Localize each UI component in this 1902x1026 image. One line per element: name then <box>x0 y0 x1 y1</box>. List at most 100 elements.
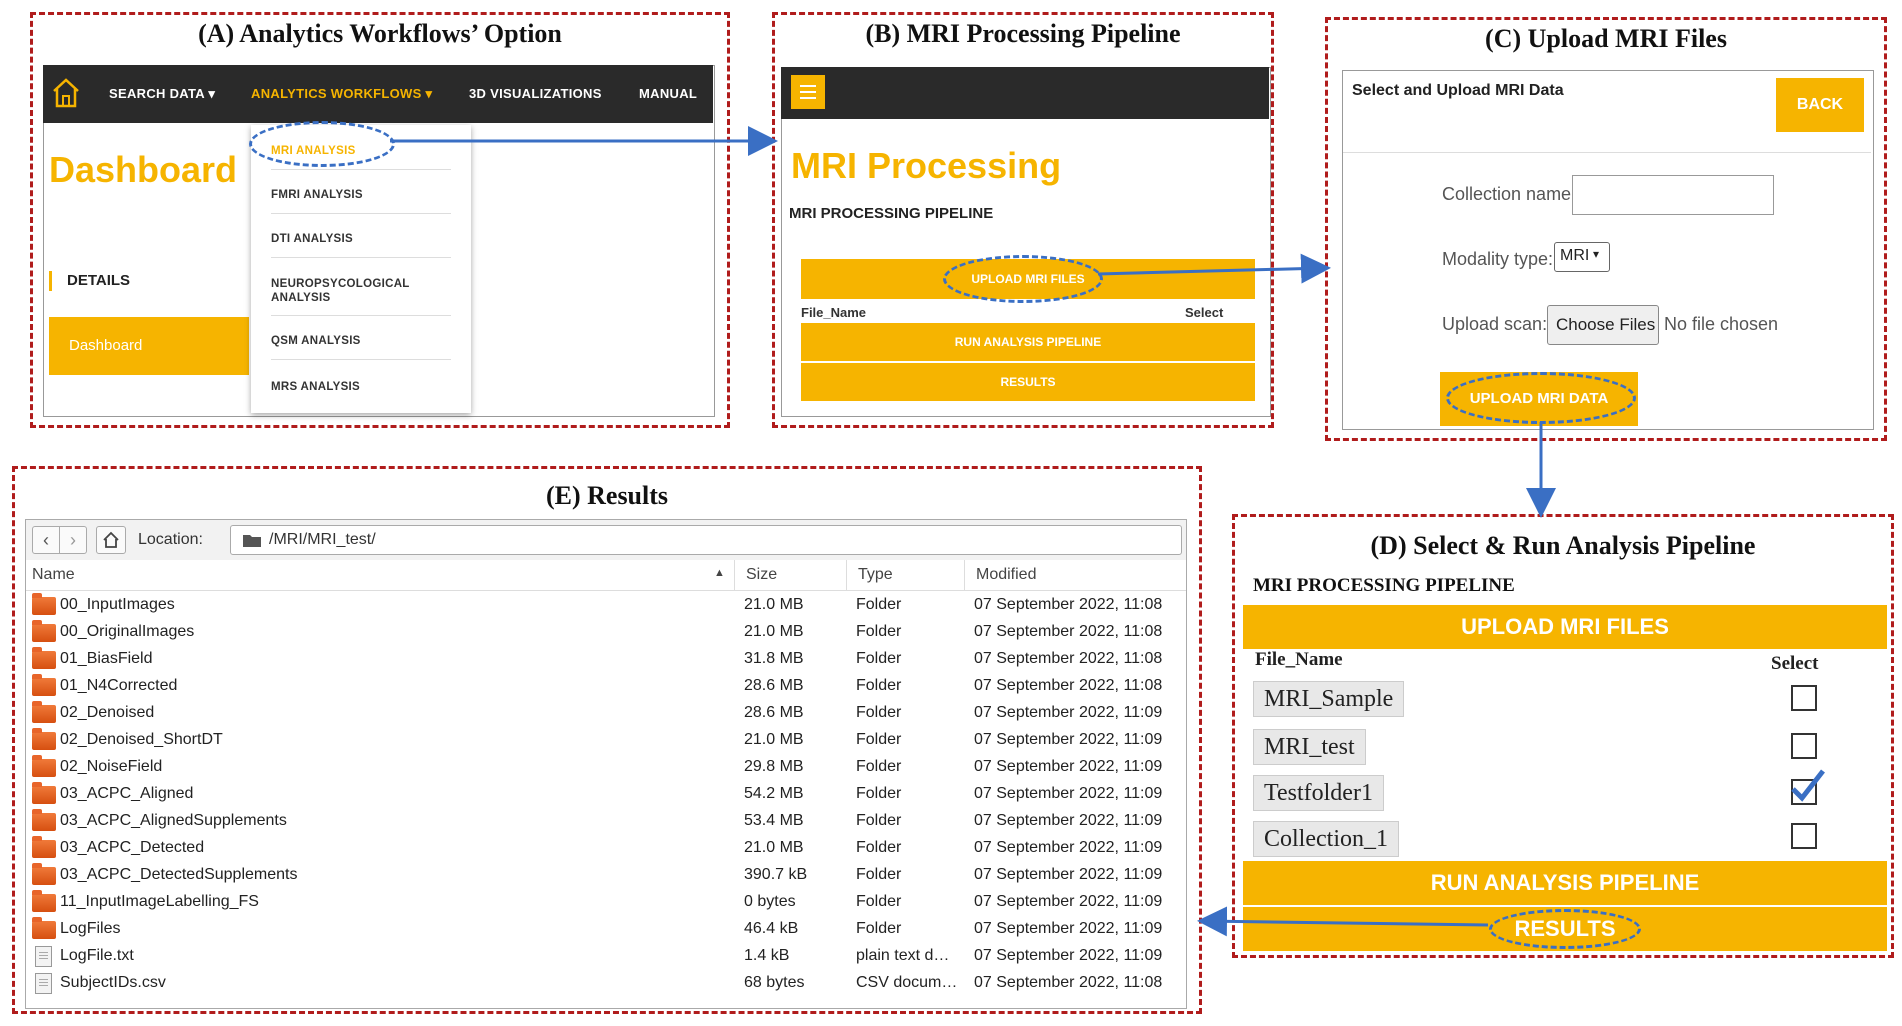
folder-icon <box>32 674 56 696</box>
upload-mri-files-label: UPLOAD MRI FILES <box>1461 614 1669 639</box>
table-row[interactable]: LogFile.txt 1.4 kB plain text d… 07 Septemb… <box>26 943 1186 970</box>
file-chip-testfolder1: Testfolder1 <box>1253 775 1384 811</box>
file-chip-mri-test: MRI_test <box>1253 729 1366 765</box>
table-row[interactable]: 03_ACPC_AlignedSupplements 53.4 MB Folder 0… <box>26 808 1186 835</box>
home-button[interactable] <box>96 526 126 554</box>
menu-divider <box>271 315 451 316</box>
file-name-cell: SubjectIDs.csv <box>60 974 166 991</box>
table-row[interactable]: 01_BiasField 31.8 MB Folder 07 September 20… <box>26 646 1186 673</box>
table-row[interactable]: SubjectIDs.csv 68 bytes CSV docum… 07 Septe… <box>26 970 1186 997</box>
collection-name-input[interactable] <box>1572 175 1774 215</box>
table-row[interactable]: 03_ACPC_Aligned 54.2 MB Folder 07 September… <box>26 781 1186 808</box>
file-modified-cell: 07 September 2022, 11:08 <box>974 677 1163 694</box>
file-name-cell: 03_ACPC_Detected <box>60 839 205 856</box>
chevron-down-icon: ▾ <box>1593 247 1600 261</box>
table-row[interactable]: 11_InputImageLabelling_FS 0 bytes Folder 07… <box>26 889 1186 916</box>
file-name-cell: 02_Denoised_ShortDT <box>60 731 223 748</box>
file-name-cell: 11_InputImageLabelling_FS <box>60 893 259 910</box>
chevron-down-icon: ▾ <box>425 86 433 101</box>
menu-item-dti-analysis[interactable]: DTI ANALYSIS <box>271 233 353 245</box>
modality-type-select[interactable]: MRI ▾ <box>1554 242 1610 272</box>
file-modified-cell: 07 September 2022, 11:09 <box>974 758 1163 775</box>
column-header-name[interactable]: Name <box>32 566 75 584</box>
forward-nav-button[interactable]: › <box>59 526 87 554</box>
file-name-cell: LogFiles <box>60 920 121 937</box>
menu-item-fmri-analysis[interactable]: FMRI ANALYSIS <box>271 189 363 201</box>
table-row[interactable]: 02_Denoised 28.6 MB Folder 07 September 202… <box>26 700 1186 727</box>
table-row[interactable]: LogFiles 46.4 kB Folder 07 September 2022, … <box>26 916 1186 943</box>
nav-analytics-workflows[interactable]: ANALYTICS WORKFLOWS ▾ <box>251 86 432 102</box>
file-size-cell: 68 bytes <box>744 974 805 991</box>
file-modified-cell: 07 September 2022, 11:08 <box>974 596 1163 613</box>
back-nav-button[interactable]: ‹ <box>32 526 60 554</box>
file-modified-cell: 07 September 2022, 11:09 <box>974 866 1163 883</box>
file-name-cell: 02_Denoised <box>60 704 155 721</box>
file-type-cell: plain text d… <box>856 947 950 964</box>
details-accent-bar <box>49 271 52 291</box>
choose-files-button[interactable]: Choose Files <box>1547 305 1659 345</box>
file-size-cell: 1.4 kB <box>744 947 790 964</box>
menu-item-qsm-analysis[interactable]: QSM ANALYSIS <box>271 335 361 347</box>
panel-e-title: (E) Results <box>545 481 669 510</box>
file-size-cell: 28.6 MB <box>744 704 804 721</box>
file-type-cell: Folder <box>856 839 902 856</box>
folder-icon <box>32 782 56 804</box>
highlight-ellipse <box>249 121 395 167</box>
table-row[interactable]: 03_ACPC_Detected 21.0 MB Folder 07 Septembe… <box>26 835 1186 862</box>
table-row[interactable]: 00_OriginalImages 21.0 MB Folder 07 Septemb… <box>26 619 1186 646</box>
pipeline-subheading: MRI PROCESSING PIPELINE <box>789 205 994 222</box>
file-chip-collection-1: Collection_1 <box>1253 821 1399 857</box>
folder-icon <box>243 535 261 547</box>
highlight-ellipse <box>943 255 1103 303</box>
home-icon[interactable] <box>51 77 81 109</box>
column-header-type[interactable]: Type <box>858 566 893 584</box>
file-checkbox-checked[interactable] <box>1791 769 1825 805</box>
table-row[interactable]: 01_N4Corrected 28.6 MB Folder 07 September … <box>26 673 1186 700</box>
table-row[interactable]: 02_NoiseField 29.8 MB Folder 07 September 2… <box>26 754 1186 781</box>
column-header-modified[interactable]: Modified <box>976 566 1036 584</box>
run-analysis-pipeline-button[interactable]: RUN ANALYSIS PIPELINE <box>1243 861 1887 905</box>
upload-mri-files-button[interactable]: UPLOAD MRI FILES <box>1243 605 1887 649</box>
folder-icon <box>32 917 56 939</box>
choose-files-label: Choose Files <box>1556 315 1656 334</box>
run-analysis-pipeline-button[interactable]: RUN ANALYSIS PIPELINE <box>801 323 1255 361</box>
table-row[interactable]: 00_InputImages 21.0 MB Folder 07 September … <box>26 592 1186 619</box>
panel-d-title: (D) Select & Run Analysis Pipeline <box>1370 531 1756 560</box>
file-checkbox[interactable] <box>1791 685 1817 711</box>
dashboard-heading: Dashboard <box>49 149 238 190</box>
collection-name-label: Collection name: <box>1442 184 1577 204</box>
file-modified-cell: 07 September 2022, 11:09 <box>974 839 1163 856</box>
select-header: Select <box>1771 653 1819 674</box>
file-modified-cell: 07 September 2022, 11:09 <box>974 893 1163 910</box>
file-modified-cell: 07 September 2022, 11:09 <box>974 947 1163 964</box>
location-path-field[interactable]: /MRI/MRI_test/ <box>230 525 1182 555</box>
nav-search-data[interactable]: SEARCH DATA ▾ <box>109 86 215 102</box>
results-button[interactable]: RESULTS <box>801 363 1255 401</box>
nav-manual[interactable]: MANUAL <box>639 86 697 101</box>
checkmark-icon <box>1791 769 1825 802</box>
file-checkbox[interactable] <box>1791 823 1817 849</box>
file-size-cell: 21.0 MB <box>744 731 804 748</box>
file-type-cell: Folder <box>856 623 902 640</box>
column-header-size[interactable]: Size <box>746 566 777 584</box>
no-file-chosen-text: No file chosen <box>1664 314 1779 334</box>
file-checkbox[interactable] <box>1791 733 1817 759</box>
page-title: MRI Processing <box>791 145 1062 186</box>
table-row[interactable]: 02_Denoised_ShortDT 21.0 MB Folder 07 Septe… <box>26 727 1186 754</box>
file-size-cell: 54.2 MB <box>744 785 804 802</box>
folder-icon <box>32 647 56 669</box>
form-divider <box>1343 152 1871 153</box>
menu-item-mrs-analysis[interactable]: MRS ANALYSIS <box>271 381 360 393</box>
hamburger-menu-icon[interactable] <box>791 75 825 109</box>
panel-a-title: (A) Analytics Workflows’ Option <box>198 19 562 48</box>
back-button[interactable]: BACK <box>1776 78 1864 132</box>
form-header: Select and Upload MRI Data <box>1352 82 1564 99</box>
file-modified-cell: 07 September 2022, 11:09 <box>974 920 1163 937</box>
analytics-dropdown-menu: MRI ANALYSIS FMRI ANALYSIS DTI ANALYSIS … <box>251 125 471 413</box>
nav-3d-visualizations[interactable]: 3D VISUALIZATIONS <box>469 86 602 101</box>
menu-item-neuropsycological-analysis[interactable]: NEUROPSYCOLOGICAL ANALYSIS <box>271 277 431 305</box>
pipeline-subheading: MRI PROCESSING PIPELINE <box>1253 575 1515 596</box>
file-name-cell: 00_OriginalImages <box>60 623 195 640</box>
dashboard-button[interactable]: Dashboard <box>49 317 249 375</box>
table-row[interactable]: 03_ACPC_DetectedSupplements 390.7 kB Folde… <box>26 862 1186 889</box>
